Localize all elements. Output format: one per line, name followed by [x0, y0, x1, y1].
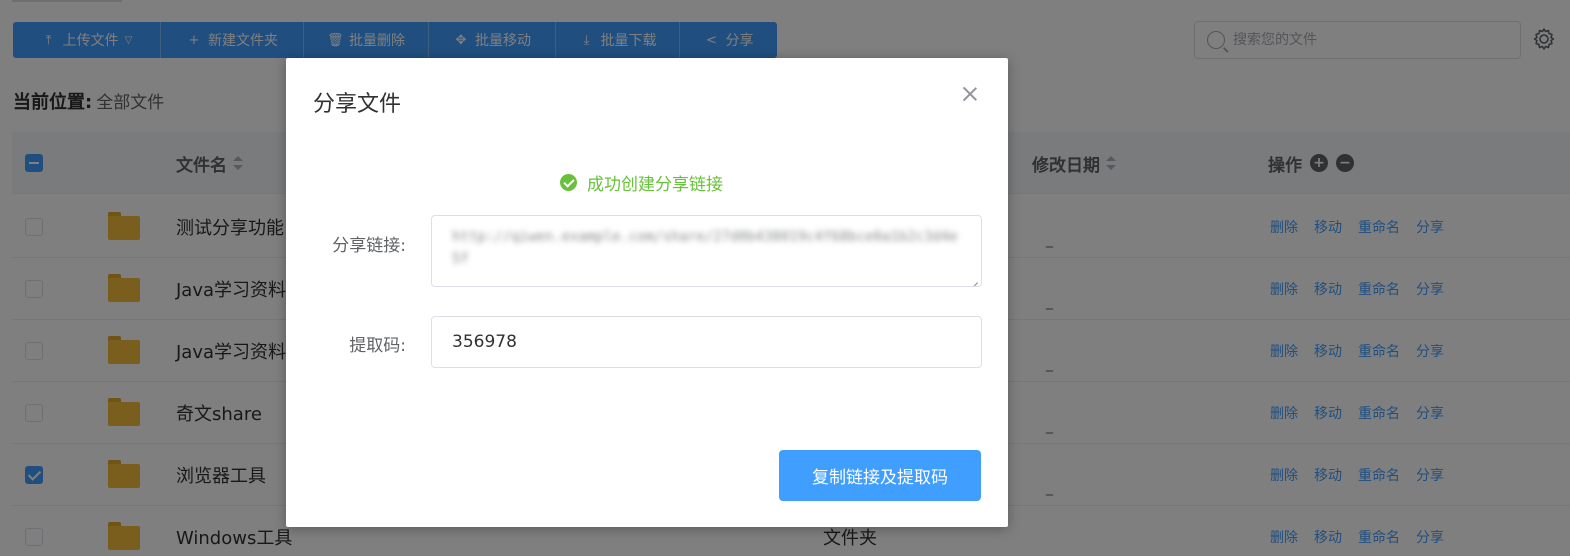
copy-link-and-code-button[interactable]: 复制链接及提取码 [779, 450, 981, 501]
success-message: 成功创建分享链接 [560, 170, 723, 195]
extraction-code-input[interactable]: 356978 [431, 316, 982, 368]
share-link-textarea[interactable]: http://qiwen.example.com/share/27d0b4380… [431, 215, 982, 287]
resize-handle-icon[interactable] [969, 274, 979, 284]
close-icon[interactable] [962, 86, 978, 102]
dialog-title: 分享文件 [313, 92, 402, 117]
share-file-dialog: 分享文件 成功创建分享链接 分享链接: http://qiwen.example… [286, 58, 1008, 527]
check-circle-icon [560, 174, 577, 191]
extraction-code-label: 提取码: [349, 336, 406, 356]
share-link-label: 分享链接: [332, 236, 406, 256]
extraction-code-value: 356978 [452, 332, 517, 352]
share-link-value: http://qiwen.example.com/share/27d0b4380… [452, 229, 958, 267]
success-message-text: 成功创建分享链接 [587, 175, 723, 195]
